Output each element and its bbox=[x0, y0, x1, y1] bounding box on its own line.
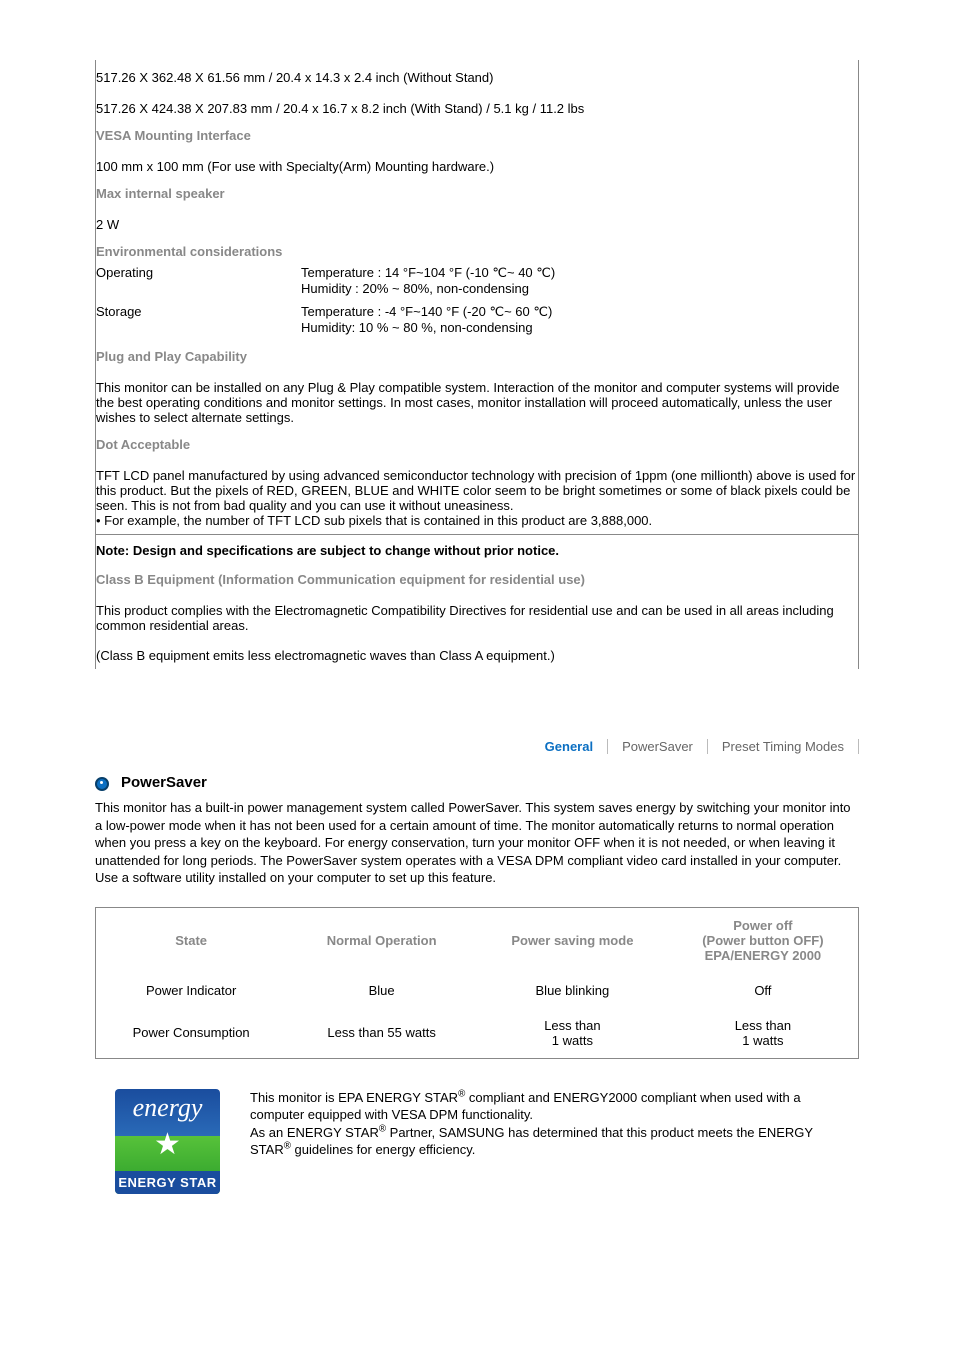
classb-body1: This product complies with the Electroma… bbox=[96, 603, 858, 633]
r2-label: Power Consumption bbox=[96, 1008, 287, 1059]
th-state: State bbox=[96, 907, 287, 973]
th-off-l1: Power off bbox=[733, 918, 792, 933]
r2-saving: Less than 1 watts bbox=[477, 1008, 668, 1059]
logo-label: ENERGY STAR bbox=[115, 1171, 220, 1194]
powersaver-header: PowerSaver bbox=[95, 774, 859, 791]
power-table: State Normal Operation Power saving mode… bbox=[95, 907, 859, 1059]
note: Note: Design and specifications are subj… bbox=[96, 534, 858, 566]
dot-bullet: For example, the number of TFT LCD sub p… bbox=[96, 513, 652, 528]
th-normal: Normal Operation bbox=[286, 907, 477, 973]
env-operating-temp: Temperature : 14 °F~104 °F (-10 ℃~ 40 ℃) bbox=[301, 265, 555, 281]
pnp-body: This monitor can be installed on any Plu… bbox=[96, 370, 858, 431]
powersaver-section: PowerSaver This monitor has a built-in p… bbox=[95, 774, 859, 1194]
max-speaker-heading: Max internal speaker bbox=[96, 180, 858, 207]
star-icon: ★ bbox=[115, 1136, 220, 1154]
r1-normal: Blue bbox=[286, 973, 477, 1008]
r1-off: Off bbox=[668, 973, 859, 1008]
env-storage-row: Storage Temperature : -4 °F~140 °F (-20 … bbox=[96, 304, 858, 343]
classb-body: This product complies with the Electroma… bbox=[96, 593, 858, 669]
classb-heading: Class B Equipment (Information Communica… bbox=[96, 566, 858, 593]
env-storage-label: Storage bbox=[96, 304, 301, 335]
powersaver-desc: This monitor has a built-in power manage… bbox=[95, 799, 859, 887]
dot-body: TFT LCD panel manufactured by using adva… bbox=[96, 468, 855, 513]
env-operating-humidity: Humidity : 20% ~ 80%, non-condensing bbox=[301, 281, 555, 296]
th-off-l2: (Power button OFF) bbox=[702, 933, 823, 948]
th-off: Power off (Power button OFF) EPA/ENERGY … bbox=[668, 907, 859, 973]
energy-text: This monitor is EPA ENERGY STAR® complia… bbox=[250, 1089, 839, 1159]
r1-saving: Blue blinking bbox=[477, 973, 668, 1008]
vesa-heading: VESA Mounting Interface bbox=[96, 122, 858, 149]
max-speaker-value: 2 W bbox=[96, 207, 858, 238]
r1-label: Power Indicator bbox=[96, 973, 287, 1008]
energy-block: energy ★ ENERGY STAR This monitor is EPA… bbox=[95, 1089, 859, 1194]
dim-with-stand: 517.26 X 424.38 X 207.83 mm / 20.4 x 16.… bbox=[96, 91, 858, 122]
logo-script: energy bbox=[115, 1089, 220, 1123]
classb-body2: (Class B equipment emits less electromag… bbox=[96, 648, 858, 663]
table-row: Power Consumption Less than 55 watts Les… bbox=[96, 1008, 859, 1059]
tab-powersaver[interactable]: PowerSaver bbox=[608, 739, 708, 754]
dim-without-stand: 517.26 X 362.48 X 61.56 mm / 20.4 x 14.3… bbox=[96, 60, 858, 91]
r2-normal: Less than 55 watts bbox=[286, 1008, 477, 1059]
env-operating-label: Operating bbox=[96, 265, 301, 296]
powersaver-title: PowerSaver bbox=[121, 774, 207, 791]
th-saving: Power saving mode bbox=[477, 907, 668, 973]
r2-off: Less than 1 watts bbox=[668, 1008, 859, 1059]
energy-p2c: guidelines for energy efficiency. bbox=[291, 1142, 476, 1157]
energy-p2a: As an ENERGY STAR bbox=[250, 1125, 379, 1140]
bullet-icon bbox=[95, 777, 109, 791]
dot-section: TFT LCD panel manufactured by using adva… bbox=[96, 458, 858, 534]
spec-table: 517.26 X 362.48 X 61.56 mm / 20.4 x 14.3… bbox=[95, 60, 859, 669]
pnp-heading: Plug and Play Capability bbox=[96, 343, 858, 370]
th-off-l3: EPA/ENERGY 2000 bbox=[705, 948, 822, 963]
section-tabs: General PowerSaver Preset Timing Modes bbox=[95, 669, 859, 774]
energy-star-logo: energy ★ ENERGY STAR bbox=[115, 1089, 220, 1194]
env-storage-humidity: Humidity: 10 % ~ 80 %, non-condensing bbox=[301, 320, 552, 335]
tab-preset[interactable]: Preset Timing Modes bbox=[708, 739, 859, 754]
env-heading: Environmental considerations bbox=[96, 238, 858, 265]
tab-general[interactable]: General bbox=[531, 739, 608, 754]
env-operating-row: Operating Temperature : 14 °F~104 °F (-1… bbox=[96, 265, 858, 304]
energy-p1a: This monitor is EPA ENERGY STAR bbox=[250, 1090, 458, 1105]
vesa-value: 100 mm x 100 mm (For use with Specialty(… bbox=[96, 149, 858, 180]
table-row: Power Indicator Blue Blue blinking Off bbox=[96, 973, 859, 1008]
dot-heading: Dot Acceptable bbox=[96, 431, 858, 458]
env-storage-temp: Temperature : -4 °F~140 °F (-20 ℃~ 60 ℃) bbox=[301, 304, 552, 320]
